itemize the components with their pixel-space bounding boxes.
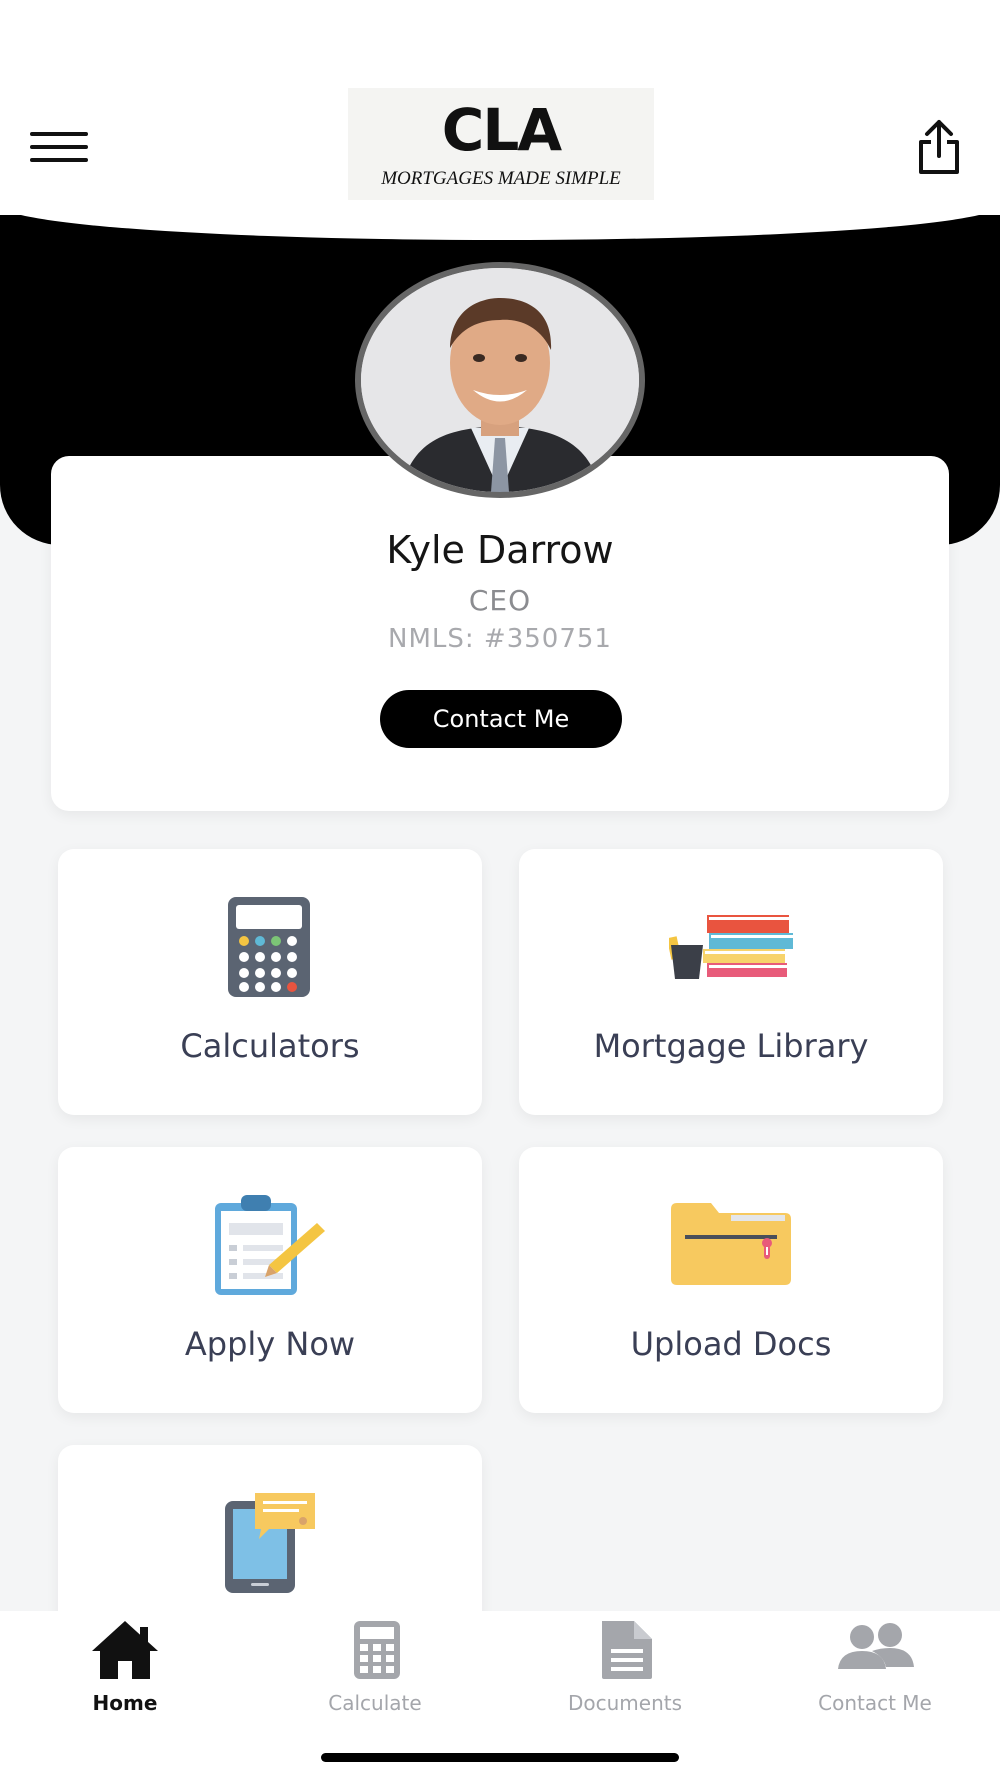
tile-label: Apply Now [184,1325,356,1363]
logo-text: CLA [441,96,562,164]
tile-label: Calculators [180,1027,360,1065]
nav-label: Home [92,1691,158,1715]
logo-tagline: MORTGAGES MADE SIMPLE [381,168,621,189]
brand-logo: CLA MORTGAGES MADE SIMPLE [348,88,654,200]
profile-title: CEO [468,584,532,617]
calculator-icon [354,1621,400,1679]
share-icon[interactable] [913,118,965,176]
tile-calculators[interactable]: Calculators [58,849,482,1115]
tile-mortgage-library[interactable]: Mortgage Library [519,849,943,1115]
profile-card: Kyle Darrow CEO NMLS: #350751 Contact Me [51,456,949,811]
hamburger-menu-icon[interactable] [30,132,88,166]
nav-label: Documents [567,1691,683,1715]
tile-apply-now[interactable]: Apply Now [58,1147,482,1413]
people-icon [838,1623,914,1669]
nav-documents[interactable]: Documents [500,1611,750,1731]
folder-icon [671,1203,791,1289]
document-icon [602,1621,652,1679]
nav-label: Contact Me [818,1691,932,1715]
nav-label: Calculate [328,1691,422,1715]
tablet-message-icon [223,1493,317,1597]
profile-nmls: NMLS: #350751 [388,624,612,654]
home-icon [92,1621,158,1679]
avatar [355,262,645,498]
contact-me-button[interactable]: Contact Me [380,690,622,748]
clipboard-icon [213,1195,325,1299]
books-icon [666,913,793,983]
profile-name: Kyle Darrow [386,528,614,572]
app-header: CLA MORTGAGES MADE SIMPLE [0,80,1000,215]
home-indicator [321,1753,679,1762]
nav-calculate[interactable]: Calculate [250,1611,500,1731]
nav-contact-me[interactable]: Contact Me [750,1611,1000,1731]
tile-upload-docs[interactable]: Upload Docs [519,1147,943,1413]
tile-label: Upload Docs [630,1325,832,1363]
nav-home[interactable]: Home [0,1611,250,1731]
calculator-icon [228,897,310,1001]
tile-label: Mortgage Library [593,1027,869,1065]
